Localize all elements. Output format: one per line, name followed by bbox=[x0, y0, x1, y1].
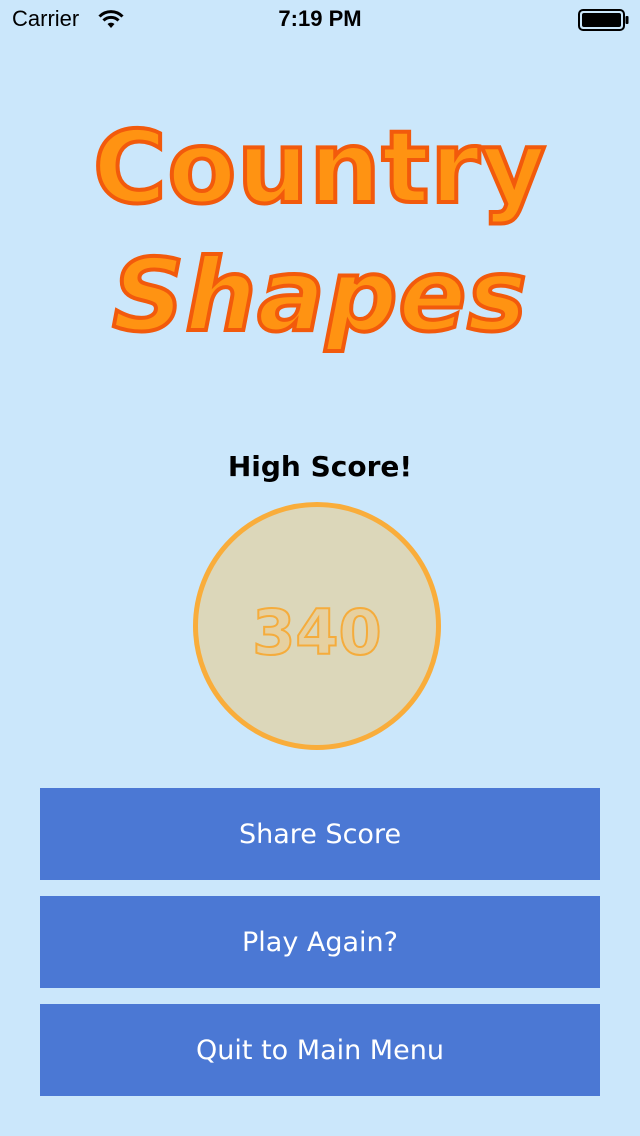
share-score-button[interactable]: Share Score bbox=[40, 788, 600, 880]
status-bar: Carrier 7:19 PM bbox=[0, 0, 640, 40]
play-again-label: Play Again? bbox=[242, 926, 398, 958]
quit-to-main-menu-label: Quit to Main Menu bbox=[196, 1034, 444, 1066]
quit-to-main-menu-button[interactable]: Quit to Main Menu bbox=[40, 1004, 600, 1096]
app-title-line2: Shapes bbox=[110, 237, 529, 354]
play-again-button[interactable]: Play Again? bbox=[40, 896, 600, 988]
status-time: 7:19 PM bbox=[278, 6, 362, 31]
score-value: 340 bbox=[251, 596, 382, 669]
score-circle: 340 bbox=[193, 502, 441, 750]
high-score-label: High Score! bbox=[227, 450, 413, 483]
battery-icon bbox=[578, 9, 629, 31]
app-title-line1: Country bbox=[91, 109, 548, 226]
share-score-label: Share Score bbox=[238, 818, 402, 850]
